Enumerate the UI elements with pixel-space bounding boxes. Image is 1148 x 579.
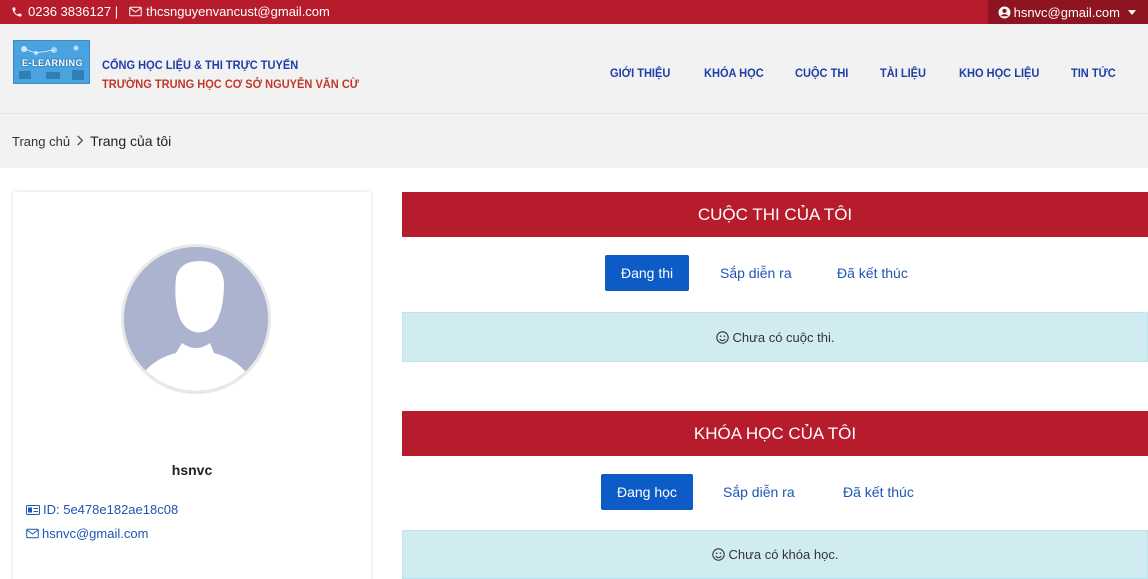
nav-item-cuoc-thi[interactable]: CUỘC THI [795,66,848,80]
profile-card: hsnvc ID: 5e478e182ae18c08 hsnvc@gmail.c… [13,192,371,579]
courses-empty-alert: Chưa có khóa học. [402,530,1148,579]
site-header: E-LEARNING CỔNG HỌC LIỆU & THI TRỰC TUYẾ… [0,24,1148,113]
phone-icon [10,5,24,19]
contact-email[interactable]: thcsnguyenvancust@gmail.com [146,4,330,19]
user-email: hsnvc@gmail.com [1013,4,1120,20]
caret-down-icon [1128,9,1136,15]
envelope-icon [128,5,142,19]
courses-empty-text: Chưa có khóa học. [728,547,839,562]
envelope-icon [26,528,39,539]
nav-item-gioi-thieu[interactable]: GIỚI THIỆU [610,66,670,80]
nav-item-tin-tuc[interactable]: TIN TỨC [1071,66,1116,80]
top-bar: 0236 3836127 | thcsnguyenvancust@gmail.c… [0,0,1148,24]
nav-item-khoa-hoc[interactable]: KHÓA HỌC [704,66,764,80]
contests-tabs: Đang thi Sắp diễn ra Đã kết thúc [402,255,1148,291]
breadcrumb-current: Trang của tôi [90,133,172,149]
chevron-right-icon [76,133,84,149]
phone-number[interactable]: 0236 3836127 | [28,4,118,19]
tab-contest-upcoming[interactable]: Sắp diễn ra [720,255,792,291]
avatar [121,244,271,394]
id-card-icon [26,504,40,515]
profile-id: ID: 5e478e182ae18c08 [43,502,179,517]
breadcrumb-home[interactable]: Trang chủ [12,134,70,149]
courses-tabs: Đang học Sắp diễn ra Đã kết thúc [402,474,1148,510]
smile-icon [711,548,725,561]
courses-header: KHÓA HỌC CỦA TÔI [402,411,1148,456]
tab-course-finished[interactable]: Đã kết thúc [843,474,914,510]
smile-icon [715,330,729,344]
user-menu[interactable]: hsnvc@gmail.com [987,0,1148,24]
profile-email-row: hsnvc@gmail.com [26,526,148,541]
nav-item-kho-hoc-lieu[interactable]: KHO HỌC LIỆU [959,66,1039,80]
main-nav: GIỚI THIỆU KHÓA HỌC CUỘC THI TÀI LIỆU KH… [0,66,1148,84]
profile-email: hsnvc@gmail.com [42,526,149,541]
breadcrumb: Trang chủ Trang của tôi [0,113,1148,168]
contact-info: 0236 3836127 | thcsnguyenvancust@gmail.c… [10,4,330,19]
tab-contest-finished[interactable]: Đã kết thúc [837,255,908,291]
contests-empty-alert: Chưa có cuộc thi. [402,312,1148,362]
profile-id-row: ID: 5e478e182ae18c08 [26,502,178,517]
user-circle-icon [998,6,1011,19]
contests-empty-text: Chưa có cuộc thi. [732,329,835,345]
nav-item-tai-lieu[interactable]: TÀI LIỆU [880,66,926,80]
profile-username: hsnvc [171,462,213,478]
tab-contest-ongoing[interactable]: Đang thi [605,255,690,291]
tab-course-upcoming[interactable]: Sắp diễn ra [723,474,795,510]
contests-header: CUỘC THI CỦA TÔI [402,192,1148,237]
tab-course-learning[interactable]: Đang học [601,474,693,510]
